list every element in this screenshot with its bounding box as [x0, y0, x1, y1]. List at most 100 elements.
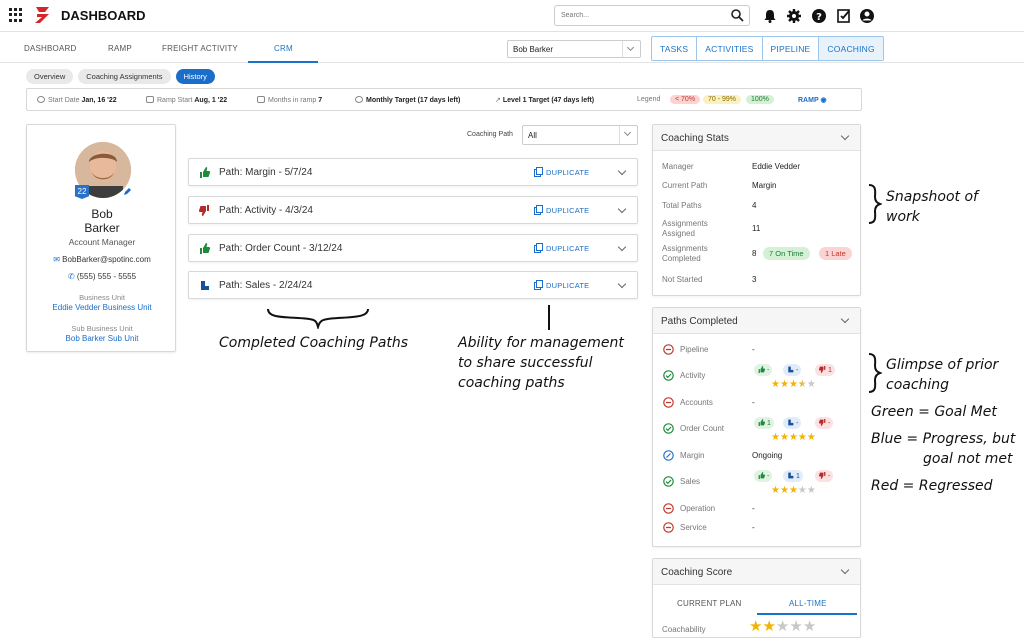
- coaching-stats-card: Coaching Stats Manager Eddie Vedder Curr…: [652, 124, 861, 296]
- tab-dashboard[interactable]: DASHBOARD: [24, 44, 76, 53]
- annotation-share-1: Ability for management: [458, 335, 624, 351]
- rating-stars: ★★★★★: [771, 432, 816, 443]
- duplicate-button[interactable]: DUPLICATE: [546, 244, 589, 253]
- tab-freight-activity[interactable]: FREIGHT ACTIVITY: [162, 44, 238, 53]
- stat-label: Assignments Completed: [662, 244, 708, 263]
- path-row-activity[interactable]: Path: Activity - 4/3/24 DUPLICATE: [188, 196, 638, 224]
- path-row-order-count[interactable]: Path: Order Count - 3/12/24 DUPLICATE: [188, 234, 638, 262]
- chevron-down-icon[interactable]: [619, 126, 637, 144]
- regressed-count: -: [815, 417, 834, 429]
- thumbs-up-icon: [200, 243, 210, 254]
- subtab-overview[interactable]: Overview: [26, 69, 74, 84]
- paths-completed-header[interactable]: Paths Completed: [653, 308, 860, 334]
- sub-business-unit-label: Sub Business Unit: [71, 324, 133, 333]
- annotation-blue-1: Blue = Progress, but: [871, 431, 1016, 447]
- duplicate-button[interactable]: DUPLICATE: [546, 206, 589, 215]
- user-select[interactable]: Bob Barker: [507, 40, 641, 58]
- pipeline-button[interactable]: PIPELINE: [763, 37, 820, 60]
- duplicate-icon[interactable]: [534, 243, 543, 253]
- view-button-group: TASKS ACTIVITIES PIPELINE COACHING: [651, 36, 884, 61]
- tab-ramp[interactable]: RAMP: [108, 44, 132, 53]
- path-completed-name: Pipeline: [680, 345, 709, 354]
- duplicate-icon[interactable]: [534, 280, 543, 290]
- ramp-link[interactable]: RAMP ◉: [798, 96, 827, 104]
- target-icon: [355, 96, 363, 103]
- subtab-history[interactable]: History: [175, 69, 215, 84]
- path-title: Path: Order Count - 3/12/24: [219, 243, 343, 254]
- profile-card: 22 Bob Barker Account Manager ✉ BobBarke…: [26, 124, 176, 352]
- check-circle-icon: [663, 476, 674, 487]
- phone-icon: ✆: [67, 272, 77, 281]
- profile-phone[interactable]: ✆ (555) 555 - 5555: [27, 272, 177, 281]
- chevron-down-icon[interactable]: [617, 166, 627, 176]
- sub-business-unit-link[interactable]: Bob Barker Sub Unit: [27, 334, 177, 343]
- progress-count: -: [783, 364, 802, 376]
- stat-value: Eddie Vedder: [752, 162, 801, 171]
- stat-value: Margin: [752, 181, 777, 190]
- coaching-path-select[interactable]: All: [522, 125, 638, 145]
- duplicate-button[interactable]: DUPLICATE: [546, 168, 589, 177]
- bell-icon[interactable]: [762, 8, 778, 24]
- subtab-coaching-assignments[interactable]: Coaching Assignments: [78, 69, 171, 84]
- brace-annotation: [868, 353, 882, 393]
- legend-red: < 70%: [670, 95, 701, 104]
- task-check-icon[interactable]: [836, 8, 852, 24]
- duplicate-icon[interactable]: [534, 167, 543, 177]
- tab-crm[interactable]: CRM: [274, 44, 293, 53]
- svg-text:?: ?: [816, 12, 822, 23]
- search-input[interactable]: [555, 6, 725, 25]
- tab-current-plan[interactable]: CURRENT PLAN: [677, 599, 742, 608]
- minus-circle-icon: [663, 344, 674, 355]
- paths-completed-card: Paths Completed Pipeline - Activity - -1 ★★★★…: [652, 307, 861, 547]
- minus-circle-icon: [663, 503, 674, 514]
- chevron-down-icon[interactable]: [840, 314, 850, 324]
- path-completed-value: -: [752, 504, 755, 513]
- check-circle-icon: [663, 423, 674, 434]
- account-icon[interactable]: [859, 8, 875, 24]
- goal-met-count: 1: [754, 417, 774, 429]
- edit-pencil-icon[interactable]: [123, 188, 131, 196]
- mail-icon: ✉: [53, 255, 63, 264]
- path-row-sales[interactable]: Path: Sales - 2/24/24 DUPLICATE: [188, 271, 638, 299]
- active-tab-indicator: [757, 613, 857, 615]
- progress-hand-icon: [201, 281, 209, 290]
- activities-button[interactable]: ACTIVITIES: [697, 37, 763, 60]
- chevron-down-icon[interactable]: [617, 279, 627, 289]
- stat-value: 8: [752, 249, 757, 258]
- level-badge: 22: [75, 185, 89, 199]
- chevron-down-icon[interactable]: [617, 204, 627, 214]
- chevron-down-icon[interactable]: [617, 242, 627, 252]
- search-icon[interactable]: [731, 9, 744, 22]
- coaching-stats-header[interactable]: Coaching Stats: [653, 125, 860, 151]
- business-unit-link[interactable]: Eddie Vedder Business Unit: [27, 303, 177, 312]
- annotation-share-2: to share successful: [458, 355, 593, 371]
- coaching-path-label: Coaching Path: [467, 131, 513, 138]
- annotation-red: Red = Regressed: [871, 478, 993, 494]
- stat-value: 4: [752, 201, 757, 210]
- gear-icon[interactable]: [786, 8, 802, 24]
- chevron-down-icon[interactable]: [840, 131, 850, 141]
- tasks-button[interactable]: TASKS: [652, 37, 698, 60]
- app-grid-icon[interactable]: [9, 8, 23, 22]
- help-icon[interactable]: ?: [811, 8, 827, 24]
- brace-annotation: [868, 184, 882, 224]
- start-date: Start Date Jan, 16 '22: [37, 96, 117, 104]
- stat-value: 3: [752, 275, 757, 284]
- eye-icon[interactable]: ◉: [820, 97, 826, 104]
- chevron-down-icon[interactable]: [840, 565, 850, 575]
- path-row-margin[interactable]: Path: Margin - 5/7/24 DUPLICATE: [188, 158, 638, 186]
- search-box[interactable]: [554, 5, 750, 26]
- duplicate-button[interactable]: DUPLICATE: [546, 281, 589, 290]
- annotation-blue-2: goal not met: [923, 451, 1013, 467]
- chevron-down-icon[interactable]: [622, 41, 640, 57]
- path-completed-name: Accounts: [680, 398, 713, 407]
- profile-email[interactable]: ✉ BobBarker@spotinc.com: [27, 255, 177, 264]
- duplicate-icon[interactable]: [534, 205, 543, 215]
- coaching-score-header[interactable]: Coaching Score: [653, 559, 860, 585]
- regressed-count: -: [815, 470, 834, 482]
- annotation-snapshot-1: Snapshoot of: [886, 189, 978, 205]
- stat-label: Not Started: [662, 275, 703, 284]
- path-completed-value: -: [752, 345, 755, 354]
- coaching-button[interactable]: COACHING: [819, 37, 883, 60]
- tab-all-time[interactable]: ALL-TIME: [789, 599, 827, 608]
